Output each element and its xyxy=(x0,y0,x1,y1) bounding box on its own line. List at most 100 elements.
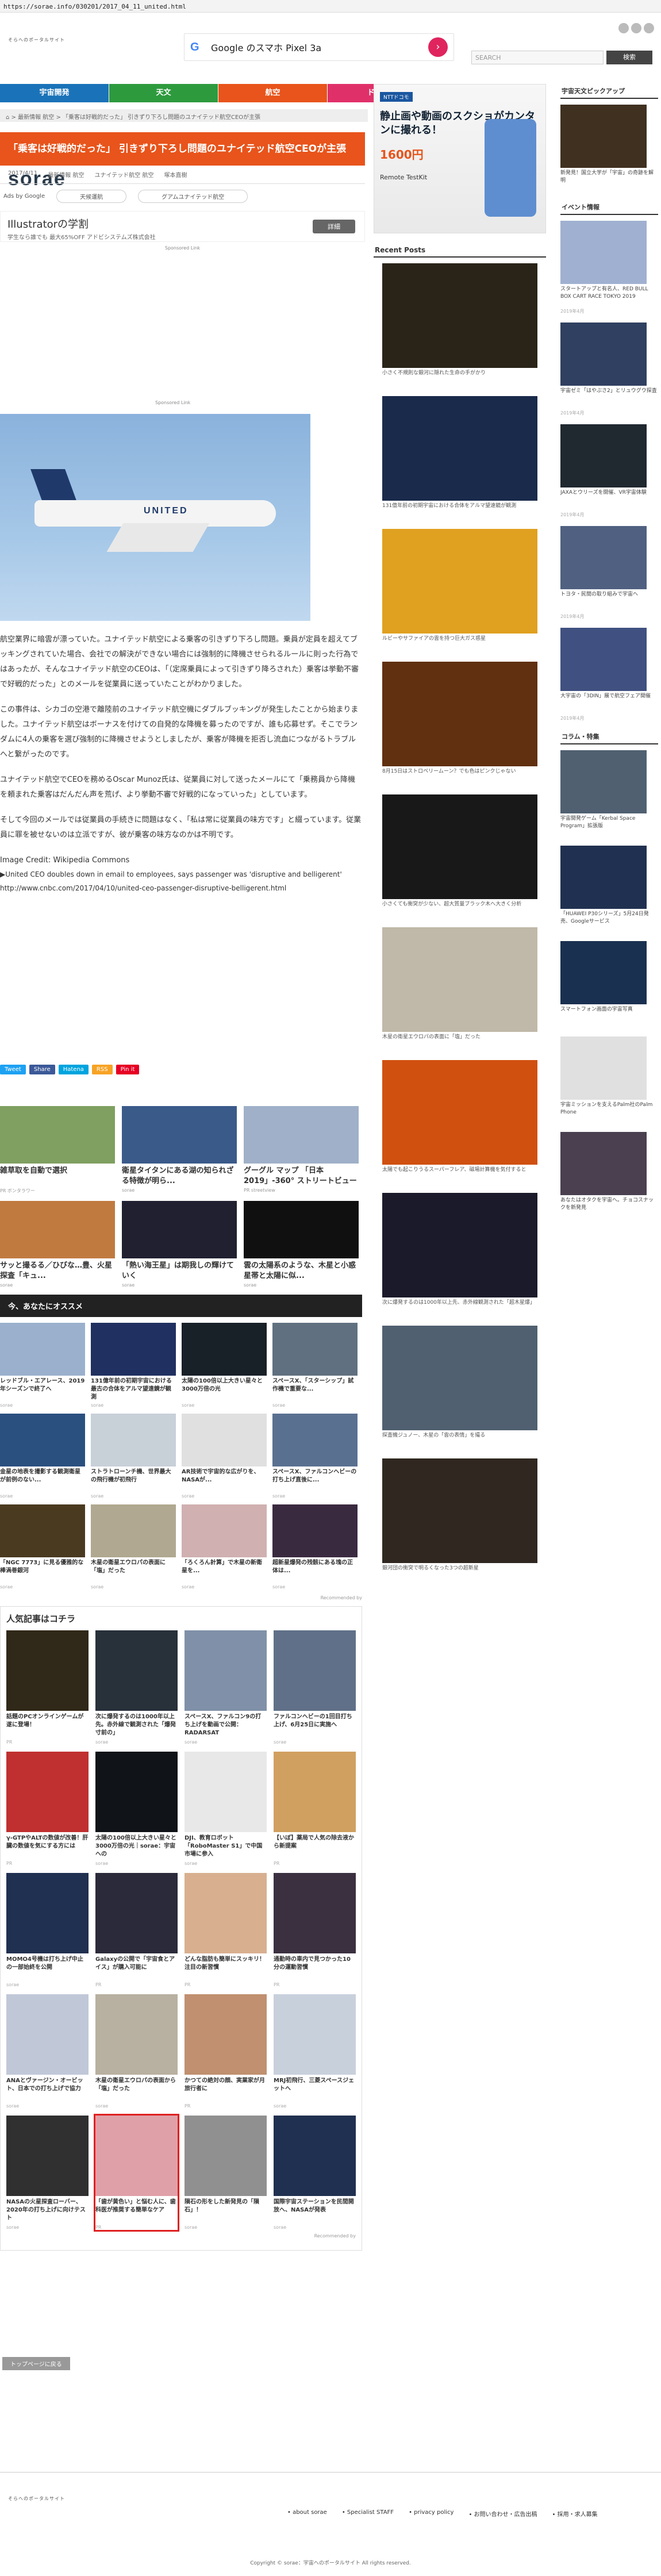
paragraph-3: ユナイテッド航空でCEOを務めるOscar Munoz氏は、従業員に対して送った… xyxy=(0,776,355,799)
footer-link[interactable]: • Specialist STAFF xyxy=(342,2509,394,2518)
grid-image xyxy=(0,1323,85,1376)
grid-card[interactable]: Galaxyの公開で「宇宙食とアイス」が購入可能に PR xyxy=(95,1873,178,1987)
grid-card[interactable]: 国際宇宙ステーションを民間開放へ、NASAが発表 sorae xyxy=(274,2116,356,2230)
article-tag-2[interactable]: ユナイテッド航空 航空 xyxy=(94,170,153,179)
grid-card[interactable]: どんな脂肪も簡単にスッキリ！注目の新習慣 PR xyxy=(185,1873,267,1987)
search-input[interactable]: SEARCH xyxy=(471,51,604,64)
recent-post[interactable]: ルビーやサファイアの雲を持つ巨大ガス惑星 xyxy=(382,529,537,650)
side-item[interactable]: 宇宙ミッションを支えるPalm社のPalm Phone xyxy=(560,1036,658,1124)
recent-post[interactable]: 木星の衛星エウロパの表面に「塩」だった xyxy=(382,927,537,1049)
nav-item[interactable]: 航空 xyxy=(218,84,328,102)
chevron-right-icon[interactable]: › xyxy=(428,37,448,57)
sidebar-ad[interactable]: NTTドコモ 静止画や動画のスクショがカンタンに撮れる！ 1600円 Remot… xyxy=(374,84,546,233)
side-title: スタートアップと有名人、RED BULL BOX CART RACE TOKYO… xyxy=(560,286,648,300)
rec-card[interactable]: グーグル マップ 「日本 2019」-360° ストリートビュー 地図 PR st… xyxy=(244,1106,359,1194)
grid-card[interactable]: DJI、教育ロボット「RoboMaster S1」で中国市場に参入 sorae xyxy=(185,1752,267,1866)
ad-link-2[interactable]: グアムユナイテッド航空 xyxy=(138,190,248,203)
grid-card[interactable]: NASAの火星探査ローバー、2020年の打ち上げに向けテスト sorae xyxy=(6,2116,89,2230)
side-item[interactable]: JAXAとウリーズを開催、VR宇宙体験 2019年4月 xyxy=(560,424,658,518)
recent-post[interactable]: 次に爆発するのは1000年以上先、赤外線観測された「超木星爆」 xyxy=(382,1193,537,1314)
article-tag-1[interactable]: 最新情報 航空 xyxy=(48,170,84,179)
twitter-icon[interactable] xyxy=(618,23,629,33)
recent-post[interactable]: 131億年前の初期宇宙における合体をアルマ望遠鏡が観測 xyxy=(382,396,537,517)
footer-link[interactable]: • about sorae xyxy=(287,2509,327,2518)
share-button[interactable]: Tweet xyxy=(0,1065,26,1074)
recent-post[interactable]: 銀河団の衝突で明るくなった3つの超新星 xyxy=(382,1458,537,1580)
back-to-top-button[interactable]: トップページに戻る xyxy=(2,2357,70,2370)
grid-card[interactable]: スペースX、ファルコン9の打ち上げを動画で公開：RADARSAT sorae xyxy=(185,1630,267,1745)
url-bar[interactable]: https://sorae.info/030201/2017_04_11_uni… xyxy=(0,0,661,13)
grid-card[interactable]: γ-GTPやALTの数値が改善！肝臓の数値を気にする方には PR xyxy=(6,1752,89,1866)
grid-card[interactable]: ファルコンヘビーの1回目打ち上げ、6月25日に実施へ sorae xyxy=(274,1630,356,1745)
source-link[interactable]: http://www.cnbc.com/2017/04/10/united-ce… xyxy=(0,881,362,896)
share-button[interactable]: RSS xyxy=(91,1065,113,1074)
grid-card[interactable]: 隕石の形をした新発見の「隕石」！ sorae xyxy=(185,2116,267,2230)
side-item[interactable]: スマートフォン画面の宇宙写真 xyxy=(560,941,658,1028)
grid-card[interactable]: ANAとヴァージン・オービット、日本での打ち上げで協力 sorae xyxy=(6,1994,89,2109)
grid-card[interactable]: MRJ初飛行、三菱スペースジェットへ sorae xyxy=(274,1994,356,2109)
nav-item[interactable]: 宇宙開発 xyxy=(0,84,109,102)
grid-card[interactable]: 話題のPCオンラインゲームが遂に登場！ PR xyxy=(6,1630,89,1745)
grid-card[interactable]: スペースX、「スターシップ」試作機で重要な... sorae xyxy=(272,1323,358,1408)
search-button[interactable]: 検索 xyxy=(606,51,652,64)
side-item[interactable]: 大宇宙の「3DIN」展で航空フェア開催 2019年4月 xyxy=(560,628,658,721)
recent-post[interactable]: 小さくても衝突が少ない、超大質量ブラック木へ大きく分析 xyxy=(382,794,537,916)
grid-card[interactable]: AR技術で宇宙的な広がりを、NASAが... sorae xyxy=(182,1414,267,1499)
rec-card[interactable]: 衛星タイタンにある湖の知られざる特徴が明ら... sorae xyxy=(122,1106,237,1194)
breadcrumb[interactable]: ⌂ > 最新情報 航空 > 「乗客は好戦的だった」 引きずり下ろし問題のユナイテ… xyxy=(0,109,368,122)
grid-card[interactable]: 通勤時の車内で見つかった10分の運動習慣 PR xyxy=(274,1873,356,1987)
grid-card[interactable]: 木星の衛星エウロパの表面から「塩」だった sorae xyxy=(95,1994,178,2109)
site-logo[interactable]: そらへのポータルサイト sorae xyxy=(8,37,65,189)
grid-card[interactable]: 太陽の100倍以上大きい星々と3000万倍の光｜sorae：宇宙への sorae xyxy=(95,1752,178,1866)
recent-post[interactable]: 太陽でも起こりうるスーパーフレア、磁場計算機を気付すると xyxy=(382,1060,537,1181)
rss-icon[interactable] xyxy=(644,23,654,33)
grid-card[interactable]: 金星の地表を撮影する観測衛星が前例のない... sorae xyxy=(0,1414,85,1499)
side-item[interactable]: 新発見！国立大学が「宇宙」の奇跡を解明 xyxy=(560,105,658,192)
ad-link-1[interactable]: 天候運航 xyxy=(56,190,127,203)
grid-card[interactable]: 「NGC 7773」に見る優雅的な棒渦巻銀河 sorae xyxy=(0,1504,85,1590)
nav-item[interactable]: 天文 xyxy=(109,84,218,102)
footer-logo[interactable]: そらへのポータルサイト sorae xyxy=(8,2496,65,2502)
grid-card[interactable]: スペースX、ファルコンヘビーの打ち上げ直後に... sorae xyxy=(272,1414,358,1499)
recent-post[interactable]: 探査機ジュノー、木星の「雲の表情」を撮る xyxy=(382,1326,537,1447)
recent-post[interactable]: 小さく不規則な銀河に隠れた生命の手がかり xyxy=(382,263,537,385)
grid-card[interactable]: MOMO4号機は打ち上げ中止の一部始終を公開 sorae xyxy=(6,1873,89,1987)
header-ad[interactable]: G Google のスマホ Pixel 3a › xyxy=(184,33,454,61)
recent-post[interactable]: 8月15日はストロベリームーン？でも色はピンクじゃない xyxy=(382,662,537,783)
footer-link[interactable]: • 採用・求人募集 xyxy=(552,2509,598,2518)
grid-card[interactable]: 131億年前の初期宇宙における最古の合体をアルマ望遠鏡が観測 sorae xyxy=(91,1323,176,1408)
share-button[interactable]: Share xyxy=(29,1065,55,1074)
side-item[interactable]: あなたはオタクを宇宙へ。チョコスナックを新発見 xyxy=(560,1132,658,1219)
osusume-footer[interactable]: Recommended by xyxy=(0,1595,362,1600)
rec-card[interactable]: 「熱い海王星」は期我しの輝けていく sorae xyxy=(122,1201,237,1288)
grid-card[interactable]: 木星の衛星エウロパの表面に「塩」だった sorae xyxy=(91,1504,176,1590)
rec-card[interactable]: 雑草取を自動で選択 PR ボンタラワー xyxy=(0,1106,115,1194)
grid-card[interactable]: 「歯が黄色い」と悩む人に、歯科医が推奨する簡単なケア PR xyxy=(94,2114,179,2232)
grid-card[interactable]: レッドブル・エアレース、2019年シーズンで終了へ sorae xyxy=(0,1323,85,1408)
share-button[interactable]: Hatena xyxy=(58,1065,89,1074)
article-author[interactable]: 塚本直樹 xyxy=(164,170,187,179)
illustrator-ad[interactable]: Illustratorの学割 学生なら誰でも 最大65%OFF アドビシステムズ… xyxy=(0,211,365,242)
side-item[interactable]: 「HUAWEI P30シリーズ」5月24日発売、Googleサービス xyxy=(560,846,658,933)
grid-card[interactable]: 太陽の100倍以上大きい星々と3000万倍の光 sorae xyxy=(182,1323,267,1408)
grid-card[interactable]: 【いぼ】薬局で人気の除去液から新提案 PR xyxy=(274,1752,356,1866)
facebook-icon[interactable] xyxy=(631,23,641,33)
share-button[interactable]: Pin it xyxy=(116,1065,140,1074)
side-item[interactable]: 宇宙ゼミ「はやぶさ2」とリュウグウ探査 2019年4月 xyxy=(560,323,658,416)
grid-card[interactable]: 超新星爆発の残骸にある塊の正体は... sorae xyxy=(272,1504,358,1590)
rec-card[interactable]: サッと撮るる／ひびな…豊、火星探査「キュ... sorae xyxy=(0,1201,115,1288)
illad-detail-button[interactable]: 詳細 xyxy=(313,220,355,233)
rec-card[interactable]: 雲の太陽系のような、木星と小惑星帯と太陽に似... sorae xyxy=(244,1201,359,1288)
side-item[interactable]: スタートアップと有名人、RED BULL BOX CART RACE TOKYO… xyxy=(560,221,658,314)
grid-card[interactable]: 「ろくろん計算」で木星の新衛星を... sorae xyxy=(182,1504,267,1590)
side-item[interactable]: トヨタ・民間の取り組みで宇宙へ 2019年4月 xyxy=(560,526,658,620)
rec-source: sorae xyxy=(122,1283,135,1288)
footer-link[interactable]: • お問い合わせ・広告出稿 xyxy=(468,2509,537,2518)
grid-card[interactable]: 次に爆発するのは1000年以上先。赤外線で観測された「爆発寸前の」 sorae xyxy=(95,1630,178,1745)
grid-card[interactable]: かつての絶対の顔、実業家が月旅行者に PR xyxy=(185,1994,267,2109)
footer-link[interactable]: • privacy policy xyxy=(409,2509,454,2518)
grid-image xyxy=(91,1414,176,1466)
popular-footer[interactable]: Recommended by xyxy=(6,2233,356,2239)
side-item[interactable]: 宇宙開発ゲーム「Kerbal Space Program」拡張版 xyxy=(560,750,658,838)
grid-card[interactable]: ストラトローンチ機、世界最大の飛行機が初飛行 sorae xyxy=(91,1414,176,1499)
